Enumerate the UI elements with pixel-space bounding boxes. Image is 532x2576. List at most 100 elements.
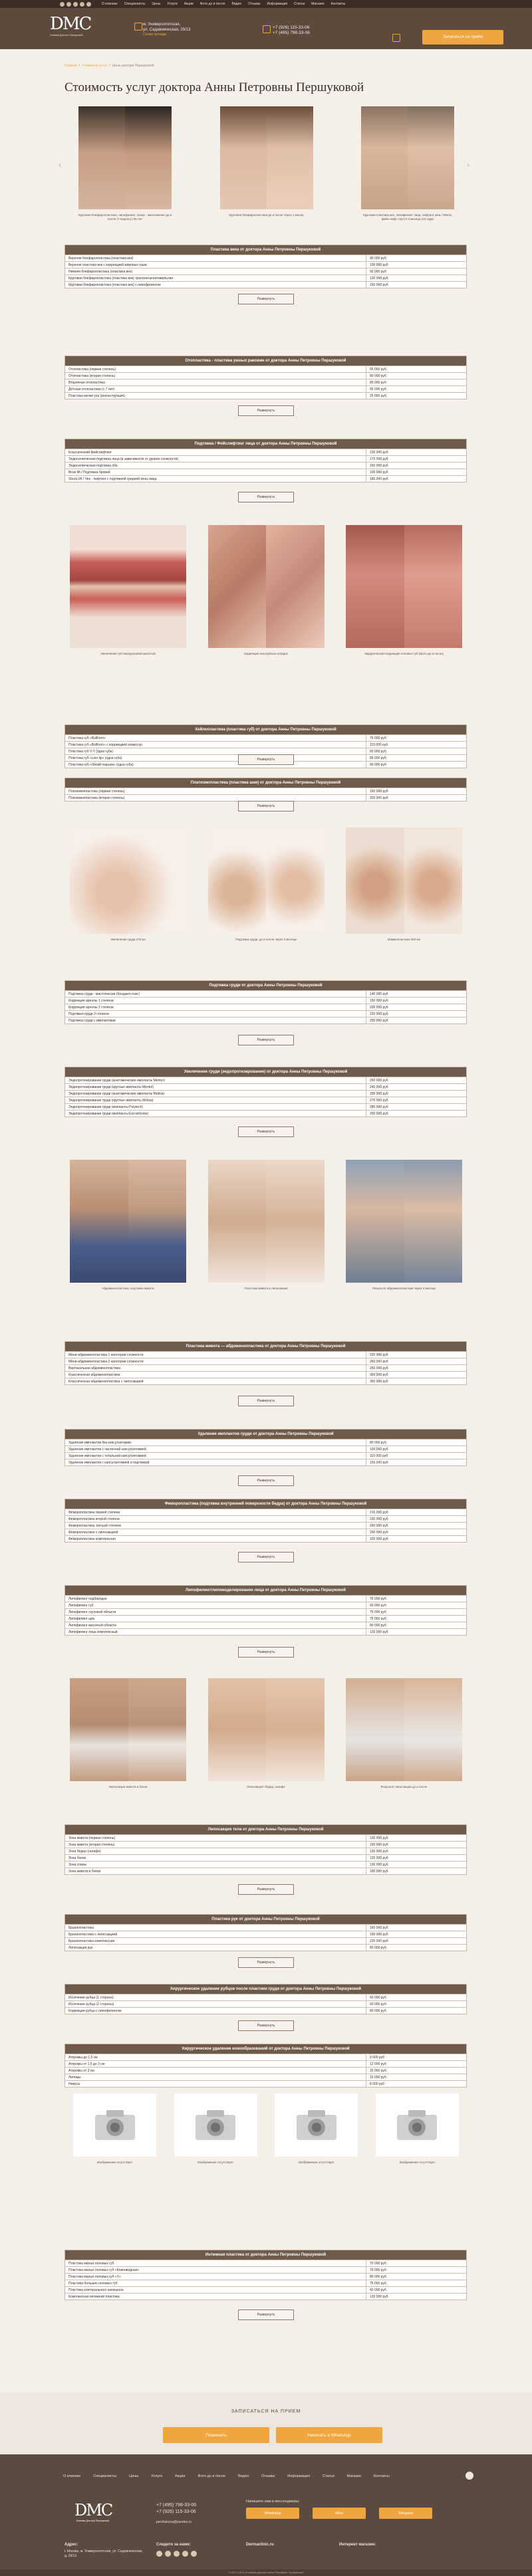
gallery-card[interactable]: Маммопластика 300 мл (346, 827, 462, 942)
youtube-icon[interactable] (86, 1, 91, 7)
carousel-next-icon[interactable]: › (466, 162, 471, 169)
expand-button[interactable]: Развернуть (238, 2309, 294, 2320)
gallery-caption: Круговая блефаропластика, липофилинг, ла… (78, 213, 172, 221)
expand-button[interactable]: Развернуть (238, 1475, 294, 1486)
gallery-card[interactable]: Подтяжка груди, до и после через 3 месяц… (207, 827, 325, 942)
ok-icon[interactable] (66, 1, 71, 7)
service-name: Подтяжка груди - мастопексия (бенджел-пэ… (65, 991, 366, 997)
phone-link[interactable]: +7 (926) 115-33-06 (273, 25, 310, 31)
nav-link[interactable]: Контакты (331, 2, 346, 6)
breadcrumb-item[interactable]: Главная (65, 64, 77, 68)
footer-telegram-button[interactable]: Telegram (379, 2508, 432, 2519)
footer-link[interactable]: Фото до и после (198, 2474, 225, 2478)
gallery-card[interactable]: Круговая пластика век, липофилинг лица, … (361, 106, 454, 221)
gallery-card[interactable]: Изображение отсутствует (73, 2093, 156, 2165)
gallery-card[interactable]: Круговая блефаропластика до и после чере… (219, 106, 313, 221)
phone-link[interactable]: +7 (495) 798-33-06 (156, 2502, 196, 2509)
site-link[interactable]: Dermaclinic.ru (246, 2543, 274, 2547)
phone-link[interactable]: +7 (926) 115-33-06 (156, 2509, 196, 2516)
footer-link[interactable]: О клинике (63, 2474, 80, 2478)
nav-link[interactable]: Информация (267, 2, 287, 6)
fb-icon[interactable] (174, 2551, 180, 2557)
nav-link[interactable]: Цены (152, 2, 160, 6)
phone-link[interactable]: +7 (495) 798-33-06 (273, 31, 310, 36)
expand-button[interactable]: Развернуть (238, 1957, 294, 1968)
gallery-card[interactable]: Увеличение губ гиалуроновой кислотой (70, 525, 186, 656)
ok-icon[interactable] (165, 2551, 171, 2557)
directions-link[interactable]: Схема проезда (143, 33, 190, 38)
expand-button[interactable]: Развернуть (238, 1552, 294, 1562)
expand-button[interactable]: Развернуть (238, 1127, 294, 1137)
footer-link[interactable]: Магазин (347, 2474, 361, 2478)
footer-link[interactable]: Акции (175, 2474, 185, 2478)
gallery-card[interactable]: Изображение отсутствует (275, 2093, 358, 2165)
logo[interactable]: DMC Клиника Доктора Першуковой (50, 14, 92, 43)
nav-link[interactable]: Специалисты (124, 2, 146, 6)
breadcrumb-item[interactable]: Стоимость услуг (82, 64, 108, 68)
gallery-card[interactable]: Липосакция живота и боков (70, 1678, 186, 1789)
address-line: ул. Садовническая, 29/13 (143, 27, 191, 32)
expand-button[interactable]: Развернуть (238, 1884, 294, 1895)
footer-link[interactable]: Услуги (151, 2474, 162, 2478)
expand-button[interactable]: Развернуть (238, 1035, 294, 1045)
footer-link[interactable]: Специалисты (93, 2474, 116, 2478)
expand-button[interactable]: Развернуть (238, 2020, 294, 2031)
gallery-card[interactable]: Увеличение груди 275 мл (70, 827, 186, 942)
youtube-icon[interactable] (191, 2551, 197, 2557)
instagram-icon[interactable] (182, 2551, 188, 2557)
footer-link[interactable]: Информация (287, 2474, 310, 2478)
gallery-card[interactable]: Пластика живота и липосакция (207, 1160, 325, 1291)
expand-button[interactable]: Развернуть (238, 405, 294, 416)
instagram-icon[interactable] (80, 1, 84, 7)
footer-link[interactable]: Отзывы (261, 2474, 275, 2478)
footer-whatsapp-button[interactable]: WhatsApp (246, 2508, 299, 2519)
footer-link[interactable]: Статьи (323, 2474, 334, 2478)
vk-icon[interactable] (60, 1, 65, 7)
gallery-card[interactable]: Хирургическая коррекция половых губ (фот… (346, 525, 462, 656)
nav-link[interactable]: Акции (184, 2, 194, 6)
service-price: 130 000 руб (370, 276, 388, 280)
gallery-card[interactable]: Круговая блефаропластика, липофилинг, ла… (78, 106, 172, 221)
before-after-photo (70, 1678, 186, 1781)
expand-button[interactable]: Развернуть (238, 294, 294, 304)
calendar-icon[interactable] (392, 34, 400, 42)
gallery-liposuction: Липосакция живота и боков Липосакция: бё… (70, 1678, 462, 1789)
expand-button[interactable]: Развернуть (238, 492, 294, 502)
footer-viber-button[interactable]: Viber (313, 2508, 366, 2519)
gallery-card[interactable]: Абдоминопластика, подтяжка живота (70, 1160, 186, 1291)
expand-button[interactable]: Развернуть (238, 1647, 294, 1658)
nav-link[interactable]: Магазин (311, 2, 324, 6)
call-button[interactable]: Позвонить (163, 2427, 269, 2443)
email-link[interactable]: pershukova@yandex.ru (156, 2519, 196, 2525)
footer-link[interactable]: Видео (238, 2474, 249, 2478)
price-table: Пластика живота — абдоминопластика от до… (65, 1341, 467, 1385)
placeholder-photo (73, 2093, 156, 2157)
table-row: Отопластика (вторая степень) 80 000 руб (65, 372, 466, 379)
whatsapp-button[interactable]: Написать в WhatsApp (276, 2427, 382, 2443)
book-appointment-button[interactable]: Записаться на приём (422, 30, 503, 45)
expand-button[interactable]: Развернуть (238, 754, 294, 765)
carousel-prev-icon[interactable]: ‹ (57, 162, 63, 169)
footer-logo[interactable]: DMC Клиника Доктора Першуковой (74, 2501, 113, 2523)
nav-link[interactable]: Услуги (167, 2, 177, 6)
expand-button[interactable]: Развернуть (238, 801, 294, 811)
gallery-card[interactable]: Липосакция: бёдра, галифе (207, 1678, 325, 1789)
gallery-card[interactable]: Коррекция носогубных складок (207, 525, 325, 656)
service-price: 260 000 руб (370, 1524, 388, 1528)
nav-link[interactable]: Отзывы (248, 2, 260, 6)
nav-link[interactable]: Статьи (294, 2, 305, 6)
gallery-card[interactable]: Изображение отсутствует (375, 2093, 459, 2165)
vk-icon[interactable] (156, 2551, 162, 2557)
nav-link[interactable]: Видео (232, 2, 242, 6)
footer-link[interactable]: Цены (129, 2474, 138, 2478)
search-icon[interactable] (466, 2472, 473, 2480)
fb-icon[interactable] (73, 1, 78, 7)
gallery-card[interactable]: Изображение отсутствует (174, 2093, 257, 2165)
expand-button[interactable]: Развернуть (238, 1396, 294, 1406)
footer-link[interactable]: Контакты (374, 2474, 390, 2478)
nav-link[interactable]: О клинике (102, 2, 118, 6)
gallery-card[interactable]: Результат абдоминопластики через 3 месяц… (346, 1160, 462, 1291)
gallery-card[interactable]: Результат липосакции до и после (346, 1678, 462, 1789)
table-row: Пластика малых половых губ 70 000 руб (65, 2260, 466, 2266)
nav-link[interactable]: Фото до и после (200, 2, 225, 6)
